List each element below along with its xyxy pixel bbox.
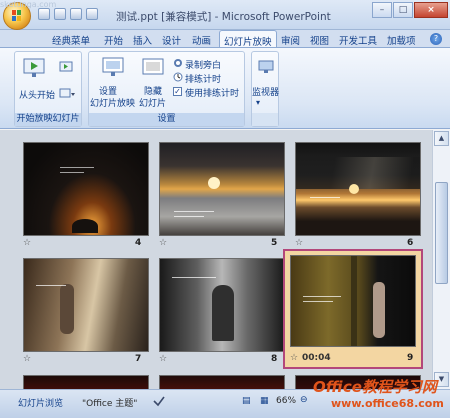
scroll-up-icon[interactable]: ▲ (434, 131, 449, 146)
tab-add-ins[interactable]: 加载项 (387, 33, 416, 47)
tab-animation[interactable]: 动画 (192, 33, 211, 47)
tab-developer[interactable]: 开发工具 (339, 33, 377, 47)
rehearse-timings-label[interactable]: 排练计时 (185, 72, 221, 85)
monitor-icon[interactable] (258, 60, 274, 74)
slide-thumbnail-11[interactable] (159, 375, 285, 389)
spell-check-icon[interactable] (153, 395, 165, 407)
tab-review[interactable]: 审阅 (281, 33, 300, 47)
undo-icon[interactable] (54, 8, 66, 20)
tab-design[interactable]: 设计 (162, 33, 181, 47)
rehearse-timings-icon[interactable] (173, 72, 183, 82)
record-narration-label[interactable]: 录制旁白 (185, 58, 221, 71)
hide-slide-label-2[interactable]: 幻灯片 (139, 96, 166, 109)
save-icon[interactable] (38, 8, 50, 20)
hide-slide-icon[interactable] (142, 58, 164, 76)
group-setup: 设置 幻灯片放映 隐藏 幻灯片 录制旁白 排练计时 ✓ 使用排练计时 设置 (88, 51, 245, 127)
watermark-url: www.office68.com (331, 397, 444, 410)
from-start-label[interactable]: 从头开始 (19, 88, 55, 101)
zoom-out-icon[interactable]: ⊖ (300, 395, 308, 405)
slide-number: 9 (407, 353, 414, 363)
slide-show-from-start-icon[interactable] (23, 58, 45, 78)
slide-thumbnail-9[interactable] (290, 255, 416, 347)
from-current-slide-icon[interactable] (59, 61, 73, 75)
animation-star-icon: ☆ (295, 238, 304, 248)
animation-star-icon: ☆ (159, 238, 168, 248)
tab-classic-menu[interactable]: 经典菜单 (52, 33, 90, 47)
slide-timing: 00:04 (302, 353, 331, 363)
animation-star-icon: ☆ (23, 354, 32, 364)
slide-thumbnail-4[interactable] (23, 142, 149, 236)
ribbon: 从头开始 开始放映幻灯片 设置 幻灯片放映 隐藏 幻灯片 录制旁白 排练计时 ✓ (0, 47, 450, 129)
slide-number: 6 (407, 238, 414, 248)
slide-number: 5 (271, 238, 278, 248)
vertical-scrollbar[interactable]: ▲ ▼ (432, 130, 450, 389)
normal-view-icon[interactable]: ▤ (242, 396, 251, 406)
slide-thumbnail-10[interactable] (23, 375, 149, 389)
window-controls: – □ × (372, 2, 448, 18)
tab-slide-show[interactable]: 幻灯片放映 (219, 30, 277, 48)
animation-star-icon: ☆ (159, 354, 168, 364)
tab-home[interactable]: 开始 (104, 33, 123, 47)
tab-view[interactable]: 视图 (310, 33, 329, 47)
animation-star-icon: ☆ (290, 353, 299, 363)
slide-thumbnail-5[interactable] (159, 142, 285, 236)
ribbon-tabs: 经典菜单 开始 插入 设计 动画 幻灯片放映 审阅 视图 开发工具 加载项 ? (0, 30, 450, 48)
group-start-label: 开始放映幻灯片 (15, 113, 81, 126)
slide-thumbnail-8[interactable] (159, 258, 285, 352)
setup-slide-show-icon[interactable] (101, 56, 125, 78)
animation-star-icon: ☆ (23, 238, 32, 248)
watermark-title: Office教程学习网 (313, 378, 437, 396)
use-timings-checkbox[interactable]: ✓ (173, 87, 182, 96)
slide-thumbnail-7[interactable] (23, 258, 149, 352)
quick-access-toolbar (38, 8, 98, 20)
setup-show-label-2[interactable]: 幻灯片放映 (90, 96, 135, 109)
minimize-button[interactable]: – (372, 2, 392, 18)
title-bar: sketunga.com 测试.ppt [兼容模式] - Microsoft P… (0, 0, 450, 30)
window-title: 测试.ppt [兼容模式] - Microsoft PowerPoint (116, 11, 331, 23)
scrollbar-thumb[interactable] (435, 182, 448, 284)
slide-number: 7 (135, 354, 142, 364)
watermark-logo: Office教程学习网 www.office68.com (313, 374, 450, 418)
theme-status: "Office 主题" (82, 399, 138, 409)
slide-thumbnail-6[interactable] (295, 142, 421, 236)
record-narration-icon[interactable] (173, 58, 183, 68)
group-start-slide-show: 从头开始 开始放映幻灯片 (14, 51, 82, 127)
help-icon[interactable]: ? (430, 33, 442, 45)
monitor-dropdown-icon[interactable]: ▾ (256, 98, 260, 107)
slide-number: 4 (135, 238, 142, 248)
view-status: 幻灯片浏览 (18, 399, 64, 409)
redo-icon[interactable] (70, 8, 82, 20)
custom-show-icon[interactable] (59, 88, 75, 101)
tab-insert[interactable]: 插入 (133, 33, 152, 47)
zoom-level[interactable]: 66% (276, 396, 296, 406)
maximize-button[interactable]: □ (393, 2, 413, 18)
close-button[interactable]: × (414, 2, 448, 18)
slide-number: 8 (271, 354, 278, 364)
office-logo-icon (12, 10, 21, 21)
use-timings-label[interactable]: 使用排练计时 (185, 86, 239, 99)
group-setup-label: 设置 (89, 113, 244, 126)
customize-toolbar-icon[interactable] (86, 8, 98, 20)
slide-sorter-panel: ☆ 4 ☆ 5 ☆ 6 ☆ 7 ☆ 8 ☆ 00:04 9 (0, 130, 432, 389)
slide-sorter-view-icon[interactable]: ▦ (260, 396, 269, 406)
monitor-label[interactable]: 监视器 (252, 85, 279, 98)
